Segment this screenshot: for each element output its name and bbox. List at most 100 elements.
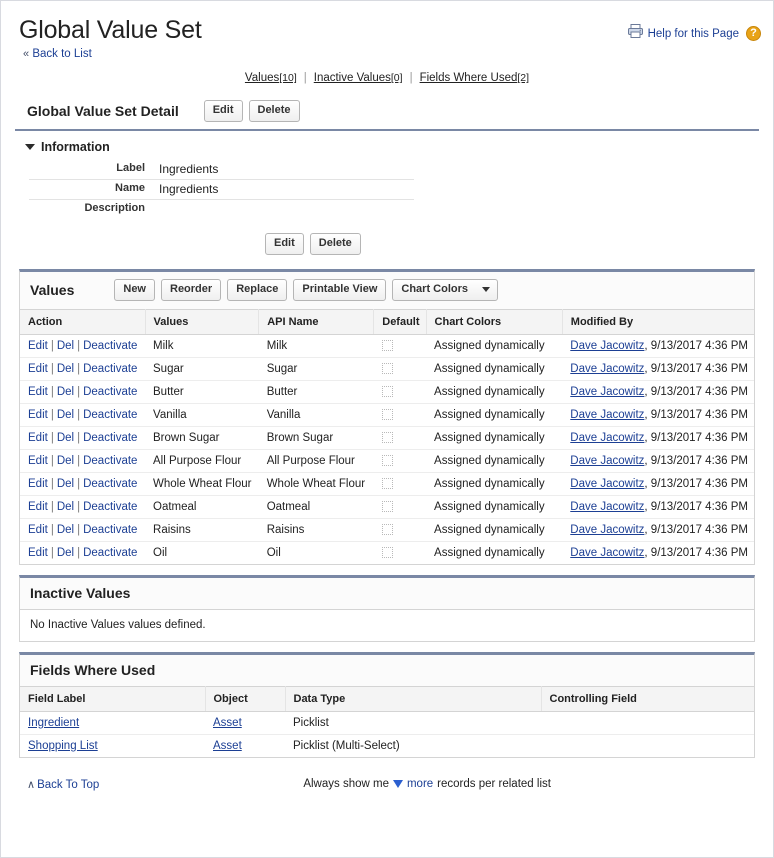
action-link-deactivate[interactable]: Deactivate bbox=[83, 340, 137, 352]
new-button[interactable]: New bbox=[114, 278, 155, 301]
modified-by-user-link[interactable]: Dave Jacowitz bbox=[570, 432, 644, 444]
action-link-edit[interactable]: Edit bbox=[28, 547, 48, 559]
modified-by-user-link[interactable]: Dave Jacowitz bbox=[570, 547, 644, 559]
printer-icon[interactable] bbox=[627, 23, 644, 44]
cell-controlling-field bbox=[541, 734, 754, 757]
replace-button[interactable]: Replace bbox=[227, 278, 288, 301]
values-table-body: Edit | Del | Deactivate Milk Milk Assigned dyna… bbox=[20, 334, 754, 564]
action-link-del[interactable]: Del bbox=[57, 409, 74, 421]
checkbox-unchecked-icon bbox=[381, 454, 393, 466]
values-list-buttons: New Reorder Replace Printable View Chart… bbox=[114, 278, 499, 301]
back-to-list[interactable]: « Back to List bbox=[1, 45, 773, 60]
action-link-edit[interactable]: Edit bbox=[28, 386, 48, 398]
cell-default bbox=[373, 518, 427, 542]
action-link-edit[interactable]: Edit bbox=[28, 363, 48, 375]
action-link-del[interactable]: Del bbox=[57, 501, 74, 513]
row-actions: Edit | Del | Deactivate bbox=[20, 380, 146, 404]
action-link-deactivate[interactable]: Deactivate bbox=[83, 455, 137, 467]
action-link-deactivate[interactable]: Deactivate bbox=[83, 432, 137, 444]
action-link-deactivate[interactable]: Deactivate bbox=[83, 501, 137, 513]
fields-where-used-related-list: Fields Where Used Field Label Object Dat… bbox=[19, 651, 755, 758]
table-row: Edit | Del | Deactivate Vanilla Vanilla Assigne… bbox=[20, 403, 754, 427]
cell-modified-by: Dave Jacowitz, 9/13/2017 4:36 PM bbox=[562, 541, 754, 564]
back-to-list-link[interactable]: Back to List bbox=[32, 48, 91, 60]
chart-colors-dropdown[interactable]: Chart Colors bbox=[392, 278, 499, 301]
checkbox-unchecked-icon bbox=[381, 408, 393, 420]
modified-by-user-link[interactable]: Dave Jacowitz bbox=[570, 340, 644, 352]
back-to-top-link[interactable]: ∧ Back To Top bbox=[27, 778, 99, 791]
inactive-values-empty-message: No Inactive Values values defined. bbox=[20, 608, 754, 641]
help-for-this-page-link[interactable]: Help for this Page bbox=[648, 28, 739, 40]
page-footer-wrap: ∧ Back To Top Always show me more records… bbox=[1, 768, 773, 791]
action-link-deactivate[interactable]: Deactivate bbox=[83, 363, 137, 375]
action-link-edit[interactable]: Edit bbox=[28, 340, 48, 352]
action-link-del[interactable]: Del bbox=[57, 363, 74, 375]
action-link-del[interactable]: Del bbox=[57, 547, 74, 559]
delete-button-top[interactable]: Delete bbox=[248, 100, 300, 122]
printable-view-button[interactable]: Printable View bbox=[293, 278, 387, 301]
action-link-edit[interactable]: Edit bbox=[28, 409, 48, 421]
cell-value: Whole Wheat Flour bbox=[145, 472, 259, 496]
action-link-del[interactable]: Del bbox=[57, 386, 74, 398]
col-object: Object bbox=[205, 686, 286, 712]
modified-by-user-link[interactable]: Dave Jacowitz bbox=[570, 501, 644, 513]
fields-where-used-wrap: Fields Where Used Field Label Object Dat… bbox=[1, 651, 773, 758]
modified-by-user-link[interactable]: Dave Jacowitz bbox=[570, 386, 644, 398]
values-related-list: Values New Reorder Replace Printable Vie… bbox=[19, 268, 755, 565]
nav-link-inactive-values[interactable]: Inactive Values bbox=[314, 72, 391, 84]
object-link[interactable]: Asset bbox=[213, 717, 242, 729]
field-row-name: Name Ingredients bbox=[29, 179, 414, 200]
detail-section: Global Value Set Detail Edit Delete Info… bbox=[1, 94, 773, 269]
more-records-link[interactable]: more bbox=[407, 778, 433, 790]
action-link-del[interactable]: Del bbox=[57, 432, 74, 444]
action-link-del[interactable]: Del bbox=[57, 524, 74, 536]
cell-default bbox=[373, 426, 427, 450]
cell-api-name: All Purpose Flour bbox=[258, 449, 374, 473]
action-link-edit[interactable]: Edit bbox=[28, 432, 48, 444]
help-question-icon[interactable]: ? bbox=[746, 26, 761, 41]
action-link-deactivate[interactable]: Deactivate bbox=[83, 386, 137, 398]
modified-date: , 9/13/2017 4:36 PM bbox=[644, 385, 748, 398]
action-separator: | bbox=[50, 546, 54, 559]
fields-where-used-header: Fields Where Used bbox=[20, 655, 754, 686]
action-link-del[interactable]: Del bbox=[57, 340, 74, 352]
records-suffix: records per related list bbox=[437, 778, 551, 790]
modified-by-user-link[interactable]: Dave Jacowitz bbox=[570, 455, 644, 467]
action-link-edit[interactable]: Edit bbox=[28, 501, 48, 513]
edit-button-top[interactable]: Edit bbox=[203, 100, 243, 122]
nav-link-values[interactable]: Values bbox=[245, 72, 279, 84]
edit-button-bottom[interactable]: Edit bbox=[265, 232, 304, 255]
detail-footer-buttons: Edit Delete bbox=[15, 219, 759, 269]
modified-by-user-link[interactable]: Dave Jacowitz bbox=[570, 478, 644, 490]
action-link-deactivate[interactable]: Deactivate bbox=[83, 524, 137, 536]
records-prefix: Always show me bbox=[303, 778, 389, 790]
action-link-edit[interactable]: Edit bbox=[28, 524, 48, 536]
row-actions: Edit | Del | Deactivate bbox=[20, 518, 146, 542]
field-label-link[interactable]: Ingredient bbox=[28, 717, 79, 729]
action-separator: | bbox=[77, 454, 81, 467]
action-link-deactivate[interactable]: Deactivate bbox=[83, 478, 137, 490]
information-section-toggle[interactable]: Information bbox=[15, 131, 759, 160]
chevron-down-icon[interactable] bbox=[392, 780, 403, 788]
modified-by-user-link[interactable]: Dave Jacowitz bbox=[570, 409, 644, 421]
action-link-edit[interactable]: Edit bbox=[28, 455, 48, 467]
cell-value: Butter bbox=[145, 380, 259, 404]
action-link-edit[interactable]: Edit bbox=[28, 478, 48, 490]
delete-button-bottom[interactable]: Delete bbox=[309, 232, 361, 255]
object-link[interactable]: Asset bbox=[213, 740, 242, 752]
page-footer: ∧ Back To Top Always show me more records… bbox=[15, 768, 759, 791]
modified-date: , 9/13/2017 4:36 PM bbox=[644, 339, 748, 352]
nav-link-fields-where-used[interactable]: Fields Where Used bbox=[420, 72, 518, 84]
values-list-header: Values New Reorder Replace Printable Vie… bbox=[20, 272, 754, 309]
fields-where-used-table: Field Label Object Data Type Controlling… bbox=[20, 685, 754, 757]
field-label-link[interactable]: Shopping List bbox=[28, 740, 98, 752]
cell-chart-colors: Assigned dynamically bbox=[426, 495, 563, 519]
modified-by-user-link[interactable]: Dave Jacowitz bbox=[570, 524, 644, 536]
action-link-del[interactable]: Del bbox=[57, 478, 74, 490]
action-link-deactivate[interactable]: Deactivate bbox=[83, 547, 137, 559]
field-row-label: Label Ingredients bbox=[29, 160, 414, 180]
action-link-deactivate[interactable]: Deactivate bbox=[83, 409, 137, 421]
reorder-button[interactable]: Reorder bbox=[161, 278, 222, 301]
action-link-del[interactable]: Del bbox=[57, 455, 74, 467]
modified-by-user-link[interactable]: Dave Jacowitz bbox=[570, 363, 644, 375]
